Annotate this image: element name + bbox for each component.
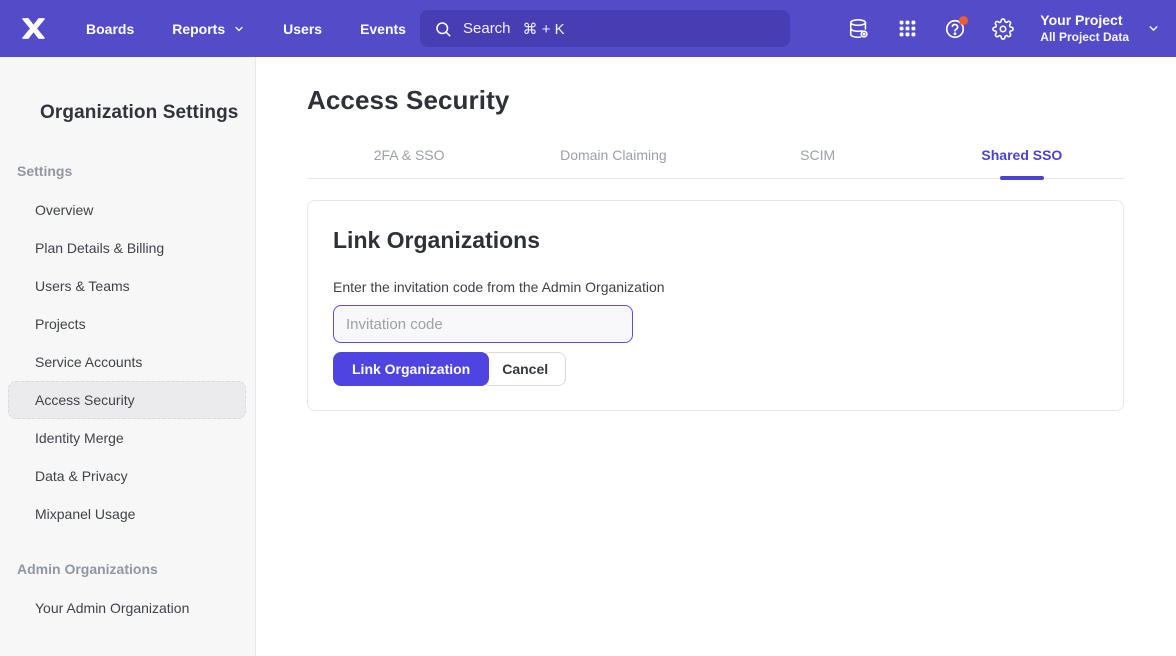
sidebar-item-projects[interactable]: Projects: [8, 305, 246, 343]
chevron-down-icon: [233, 23, 245, 35]
search-input[interactable]: Search ⌘ + K: [420, 10, 790, 47]
sidebar-section-settings: Settings: [0, 163, 255, 179]
nav-reports-label: Reports: [172, 21, 225, 37]
sidebar-item-access-security[interactable]: Access Security: [8, 381, 246, 419]
link-organization-button[interactable]: Link Organization: [333, 352, 489, 386]
data-management-icon[interactable]: [848, 18, 870, 40]
cancel-button[interactable]: Cancel: [482, 352, 566, 386]
main-content: Access Security 2FA & SSO Domain Claimin…: [256, 57, 1176, 656]
nav-reports[interactable]: Reports: [172, 21, 245, 37]
project-text: Your Project All Project Data: [1040, 12, 1129, 45]
notification-dot: [959, 16, 968, 25]
sidebar-item-data-privacy[interactable]: Data & Privacy: [8, 457, 246, 495]
sidebar-settings-items: Overview Plan Details & Billing Users & …: [0, 191, 255, 533]
sidebar-item-identity-merge[interactable]: Identity Merge: [8, 419, 246, 457]
sidebar-admin-items: Your Admin Organization: [0, 589, 255, 627]
search-placeholder: Search: [463, 20, 511, 37]
sidebar-item-overview[interactable]: Overview: [8, 191, 246, 229]
nav-users[interactable]: Users: [283, 21, 322, 37]
sidebar-item-your-admin-organization[interactable]: Your Admin Organization: [8, 589, 246, 627]
search-icon: [434, 20, 452, 38]
sidebar-title: Organization Settings: [0, 57, 255, 124]
invitation-code-label: Enter the invitation code from the Admin…: [333, 279, 1099, 295]
settings-gear-icon[interactable]: [992, 18, 1014, 40]
project-dataset: All Project Data: [1040, 30, 1129, 45]
link-organizations-card: Link Organizations Enter the invitation …: [307, 200, 1124, 411]
sidebar-section-admin-organizations: Admin Organizations: [0, 561, 255, 577]
access-security-tabs: 2FA & SSO Domain Claiming SCIM Shared SS…: [307, 143, 1124, 179]
card-button-row: Link Organization Cancel: [333, 352, 1099, 386]
search-shortcut: ⌘ + K: [523, 20, 565, 38]
sidebar-item-users-teams[interactable]: Users & Teams: [8, 267, 246, 305]
tab-shared-sso[interactable]: Shared SSO: [920, 143, 1124, 178]
nav-events[interactable]: Events: [360, 21, 406, 37]
settings-sidebar: Organization Settings Settings Overview …: [0, 57, 256, 656]
nav-boards[interactable]: Boards: [86, 21, 134, 37]
card-title: Link Organizations: [333, 225, 1099, 255]
tab-scim[interactable]: SCIM: [716, 143, 920, 178]
project-name: Your Project: [1040, 12, 1129, 30]
sidebar-item-service-accounts[interactable]: Service Accounts: [8, 343, 246, 381]
tab-2fa-sso[interactable]: 2FA & SSO: [307, 143, 511, 178]
sidebar-item-plan-details-billing[interactable]: Plan Details & Billing: [8, 229, 246, 267]
tab-domain-claiming[interactable]: Domain Claiming: [511, 143, 715, 178]
project-switcher[interactable]: Your Project All Project Data: [1040, 12, 1160, 45]
invitation-code-input[interactable]: [333, 305, 633, 343]
sidebar-item-mixpanel-usage[interactable]: Mixpanel Usage: [8, 495, 246, 533]
topbar-right-group: Your Project All Project Data: [822, 0, 1160, 57]
mixpanel-logo[interactable]: [20, 17, 47, 40]
apps-grid-icon[interactable]: [896, 18, 918, 40]
help-icon[interactable]: [944, 18, 966, 40]
primary-nav: Boards Reports Users Events: [86, 21, 444, 37]
tab-shared-sso-label: Shared SSO: [981, 147, 1062, 163]
active-tab-underline: [1000, 176, 1044, 180]
page-title: Access Security: [307, 84, 1124, 116]
chevron-down-icon: [1147, 22, 1160, 35]
top-navigation-bar: Boards Reports Users Events Search ⌘ + K: [0, 0, 1176, 57]
